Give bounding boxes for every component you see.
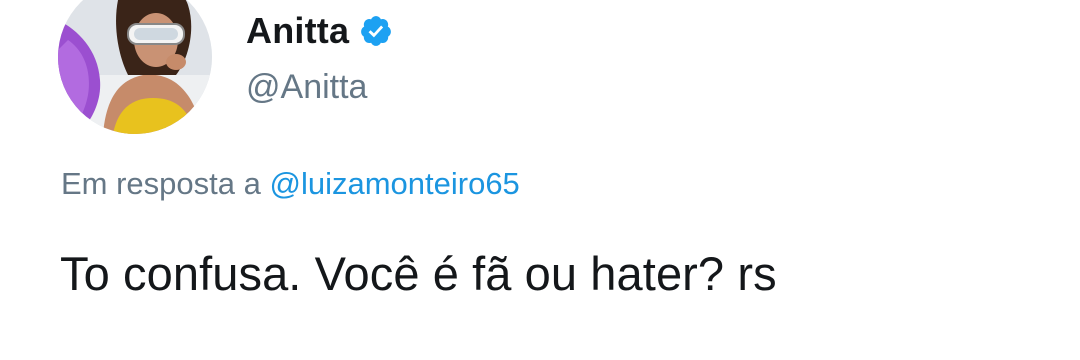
- reply-context: Em resposta a @luizamonteiro65: [61, 166, 520, 202]
- verified-badge-icon: [359, 14, 393, 48]
- reply-prefix-label: Em resposta a: [61, 166, 270, 201]
- tweet-text: To confusa. Você é fã ou hater? rs: [60, 247, 777, 300]
- author-avatar[interactable]: [58, 0, 212, 134]
- author-handle[interactable]: @Anitta: [246, 68, 367, 107]
- reply-to-link[interactable]: @luizamonteiro65: [269, 166, 519, 201]
- avatar-photo: [58, 0, 212, 134]
- tweet-card: Anitta @Anitta Em resposta a @luizamonte…: [0, 0, 1080, 360]
- author-display-name: Anitta: [246, 10, 350, 51]
- author-name-row[interactable]: Anitta: [246, 6, 393, 56]
